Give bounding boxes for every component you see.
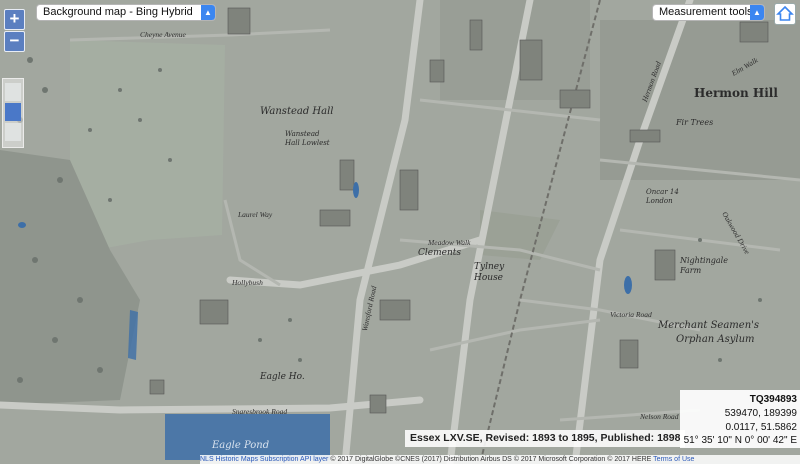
easting-northing: 539470, 189399	[724, 408, 797, 419]
street-cheyne: Cheyne Avenue	[140, 30, 186, 39]
layer-option[interactable]	[5, 83, 21, 101]
street-nelson: Nelson Road	[640, 412, 679, 421]
street-laurel: Laurel Way	[238, 210, 273, 219]
layer-option-selected[interactable]	[5, 103, 21, 121]
chevron-updown-icon: ▲	[750, 5, 764, 20]
background-map-select[interactable]: Background map - Bing Hybrid ▲	[36, 4, 216, 21]
background-map-value: Background map - Bing Hybrid	[43, 6, 193, 18]
label-eagle-ho: Eagle Ho.	[260, 372, 305, 382]
label-hermon-hill: Hermon Hill	[694, 86, 778, 100]
attribution-bar: NLS Historic Maps Subscription API layer…	[200, 455, 800, 464]
layer-switcher[interactable]	[2, 78, 24, 148]
map-sheet-title: Essex LXV.SE, Revised: 1893 to 1895, Pub…	[405, 430, 686, 447]
attribution-text: © 2017 DigitalGlobe ©CNES (2017) Distrib…	[330, 456, 652, 463]
zoom-out-button[interactable]: −	[4, 31, 25, 52]
layer-option[interactable]	[5, 123, 21, 141]
label-tylney-house: Tylney House	[474, 262, 505, 283]
grid-reference: TQ394893	[749, 394, 797, 405]
label-nightingale-farm: Nightingale Farm	[680, 256, 728, 275]
home-button[interactable]	[774, 3, 796, 25]
label-fir-trees: Fir Trees	[676, 118, 714, 127]
street-victoria: Victoria Road	[610, 310, 652, 319]
lonlat-decimal: 0.0117, 51.5862	[725, 422, 797, 433]
chevron-updown-icon: ▲	[201, 5, 215, 20]
label-merchant-seamens: Merchant Seamen's	[658, 320, 760, 331]
home-icon	[776, 5, 794, 21]
label-orphan-asylum: Orphan Asylum	[676, 334, 755, 345]
label-wanstead-hall-sub: Wanstead Hall Lowlest	[285, 130, 330, 147]
street-meadow: Meadow Walk	[428, 238, 471, 247]
terms-link[interactable]: Terms of Use	[653, 456, 694, 463]
measurement-tools-value: Measurement tools	[659, 6, 753, 18]
label-oncar: Oncar 14 London	[646, 188, 679, 205]
attribution-link[interactable]: NLS Historic Maps Subscription API layer	[200, 456, 328, 463]
measurement-tools-select[interactable]: Measurement tools ▲	[652, 4, 765, 21]
label-clements: Clements	[418, 248, 461, 258]
coordinates-panel: TQ394893 539470, 189399 0.0117, 51.5862 …	[680, 390, 800, 448]
street-snaresbrook: Snaresbrook Road	[232, 407, 288, 416]
street-hollybush: Hollybush	[232, 278, 263, 287]
label-eagle-pond: Eagle Pond	[212, 440, 270, 451]
label-wanstead-hall: Wanstead Hall	[260, 106, 334, 117]
lonlat-dms: 51° 35' 10" N 0° 00' 42" E	[683, 435, 797, 446]
zoom-in-button[interactable]: +	[4, 9, 25, 30]
